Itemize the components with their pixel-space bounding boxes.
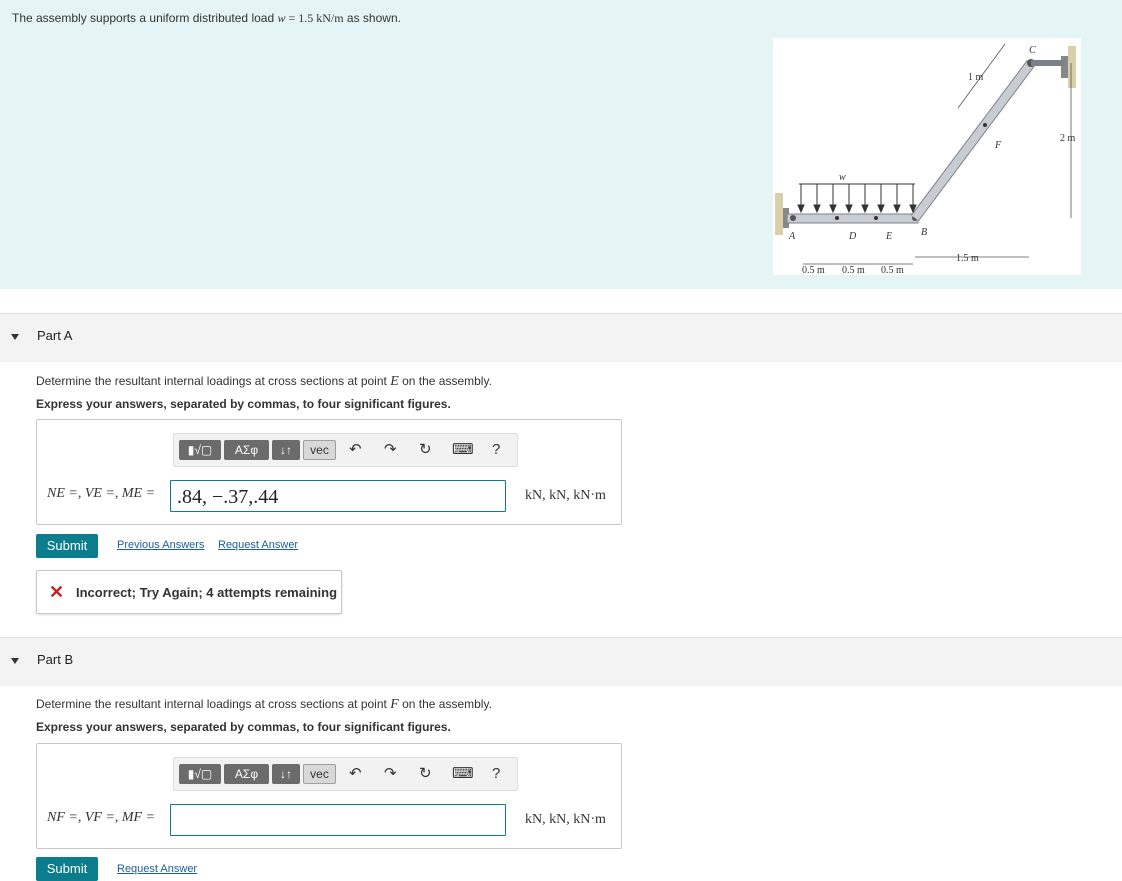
- part-a-question: Determine the resultant internal loading…: [36, 374, 492, 389]
- undo-icon[interactable]: ↶: [349, 441, 362, 459]
- answer-label: NE =, VE =, ME =: [47, 486, 156, 501]
- reset-icon[interactable]: ↻: [419, 441, 432, 459]
- problem-statement: The assembly supports a uniform distribu…: [0, 0, 1122, 289]
- feedback-message: Incorrect; Try Again; 4 attempts remaini…: [76, 585, 338, 600]
- load-arrows: [797, 184, 917, 214]
- feedback-box: ✕ Incorrect; Try Again; 4 attempts remai…: [36, 570, 342, 614]
- label-0-5m-c: 0.5 m: [881, 265, 904, 275]
- greek-symbols-button[interactable]: ΑΣφ: [224, 764, 269, 784]
- redo-icon[interactable]: ↷: [384, 765, 397, 783]
- label-d: D: [848, 231, 857, 242]
- label-e: E: [885, 231, 892, 242]
- incorrect-x-icon: ✕: [49, 582, 65, 602]
- point-f: [983, 123, 987, 127]
- collapse-triangle-icon[interactable]: [11, 334, 19, 340]
- answer-units: kN, kN, kN·m: [525, 812, 606, 827]
- part-a-answer-box: ▮√▢ ΑΣφ ↓↑ vec ↶ ↷ ↻ ⌨ ? NE =, VE =, ME …: [36, 419, 622, 525]
- part-a-header[interactable]: Part A: [0, 313, 1122, 362]
- assembly-diagram: A B C D E F w 1 m 2 m 1.5 m 0.5 m 0.5 m …: [775, 43, 1076, 276]
- label-b: B: [921, 227, 927, 238]
- arrows-button[interactable]: ↓↑: [272, 440, 300, 460]
- label-w: w: [839, 172, 846, 183]
- answer-label: NF =, VF =, MF =: [47, 810, 156, 825]
- label-1m: 1 m: [968, 72, 984, 83]
- reset-icon[interactable]: ↻: [419, 765, 432, 783]
- math-toolbar: ▮√▢ ΑΣφ ↓↑ vec ↶ ↷ ↻ ⌨ ?: [173, 757, 518, 791]
- label-2m: 2 m: [1060, 133, 1076, 144]
- request-answer-link[interactable]: Request Answer: [218, 539, 298, 551]
- part-b-question: Determine the resultant internal loading…: [36, 697, 492, 712]
- answer-input[interactable]: [170, 804, 506, 836]
- part-b-header[interactable]: Part B: [0, 637, 1122, 686]
- part-a-label: Part A: [37, 328, 73, 343]
- help-icon[interactable]: ?: [492, 441, 500, 459]
- keyboard-icon[interactable]: ⌨: [452, 441, 474, 459]
- templates-button[interactable]: ▮√▢: [179, 440, 221, 460]
- submit-button[interactable]: Submit: [36, 534, 98, 558]
- vec-button[interactable]: vec: [303, 764, 336, 784]
- label-1-5m: 1.5 m: [956, 253, 979, 264]
- problem-text: The assembly supports a uniform distribu…: [12, 11, 401, 25]
- answer-units: kN, kN, kN·m: [525, 488, 606, 503]
- part-b-instruction: Express your answers, separated by comma…: [36, 720, 451, 734]
- beam-ab: [786, 213, 919, 224]
- vec-button[interactable]: vec: [303, 440, 336, 460]
- pin-support-c: [1061, 56, 1068, 78]
- label-c: C: [1029, 45, 1036, 56]
- keyboard-icon[interactable]: ⌨: [452, 765, 474, 783]
- label-a: A: [788, 231, 796, 242]
- point-e: [874, 216, 878, 220]
- pin-a: [790, 215, 796, 221]
- help-icon[interactable]: ?: [492, 765, 500, 783]
- wall-a: [775, 193, 783, 235]
- label-0-5m-a: 0.5 m: [802, 265, 825, 275]
- templates-button[interactable]: ▮√▢: [179, 764, 221, 784]
- part-a-instruction: Express your answers, separated by comma…: [36, 397, 451, 411]
- collapse-triangle-icon[interactable]: [11, 658, 19, 664]
- request-answer-link[interactable]: Request Answer: [117, 863, 197, 875]
- member-bc-fill: [911, 60, 1035, 221]
- wall-c: [1068, 46, 1076, 88]
- assembly-figure: A B C D E F w 1 m 2 m 1.5 m 0.5 m 0.5 m …: [773, 38, 1081, 276]
- answer-input[interactable]: .84, −.37,.44: [170, 480, 506, 512]
- math-toolbar: ▮√▢ ΑΣφ ↓↑ vec ↶ ↷ ↻ ⌨ ?: [173, 433, 518, 467]
- previous-answers-link[interactable]: Previous Answers: [117, 539, 204, 551]
- point-d: [835, 216, 839, 220]
- label-0-5m-b: 0.5 m: [842, 265, 865, 275]
- label-f: F: [994, 140, 1002, 151]
- part-b-label: Part B: [37, 652, 74, 667]
- arrows-button[interactable]: ↓↑: [272, 764, 300, 784]
- submit-button[interactable]: Submit: [36, 857, 98, 881]
- redo-icon[interactable]: ↷: [384, 441, 397, 459]
- greek-symbols-button[interactable]: ΑΣφ: [224, 440, 269, 460]
- undo-icon[interactable]: ↶: [349, 765, 362, 783]
- part-b-answer-box: ▮√▢ ΑΣφ ↓↑ vec ↶ ↷ ↻ ⌨ ? NF =, VF =, MF …: [36, 743, 622, 849]
